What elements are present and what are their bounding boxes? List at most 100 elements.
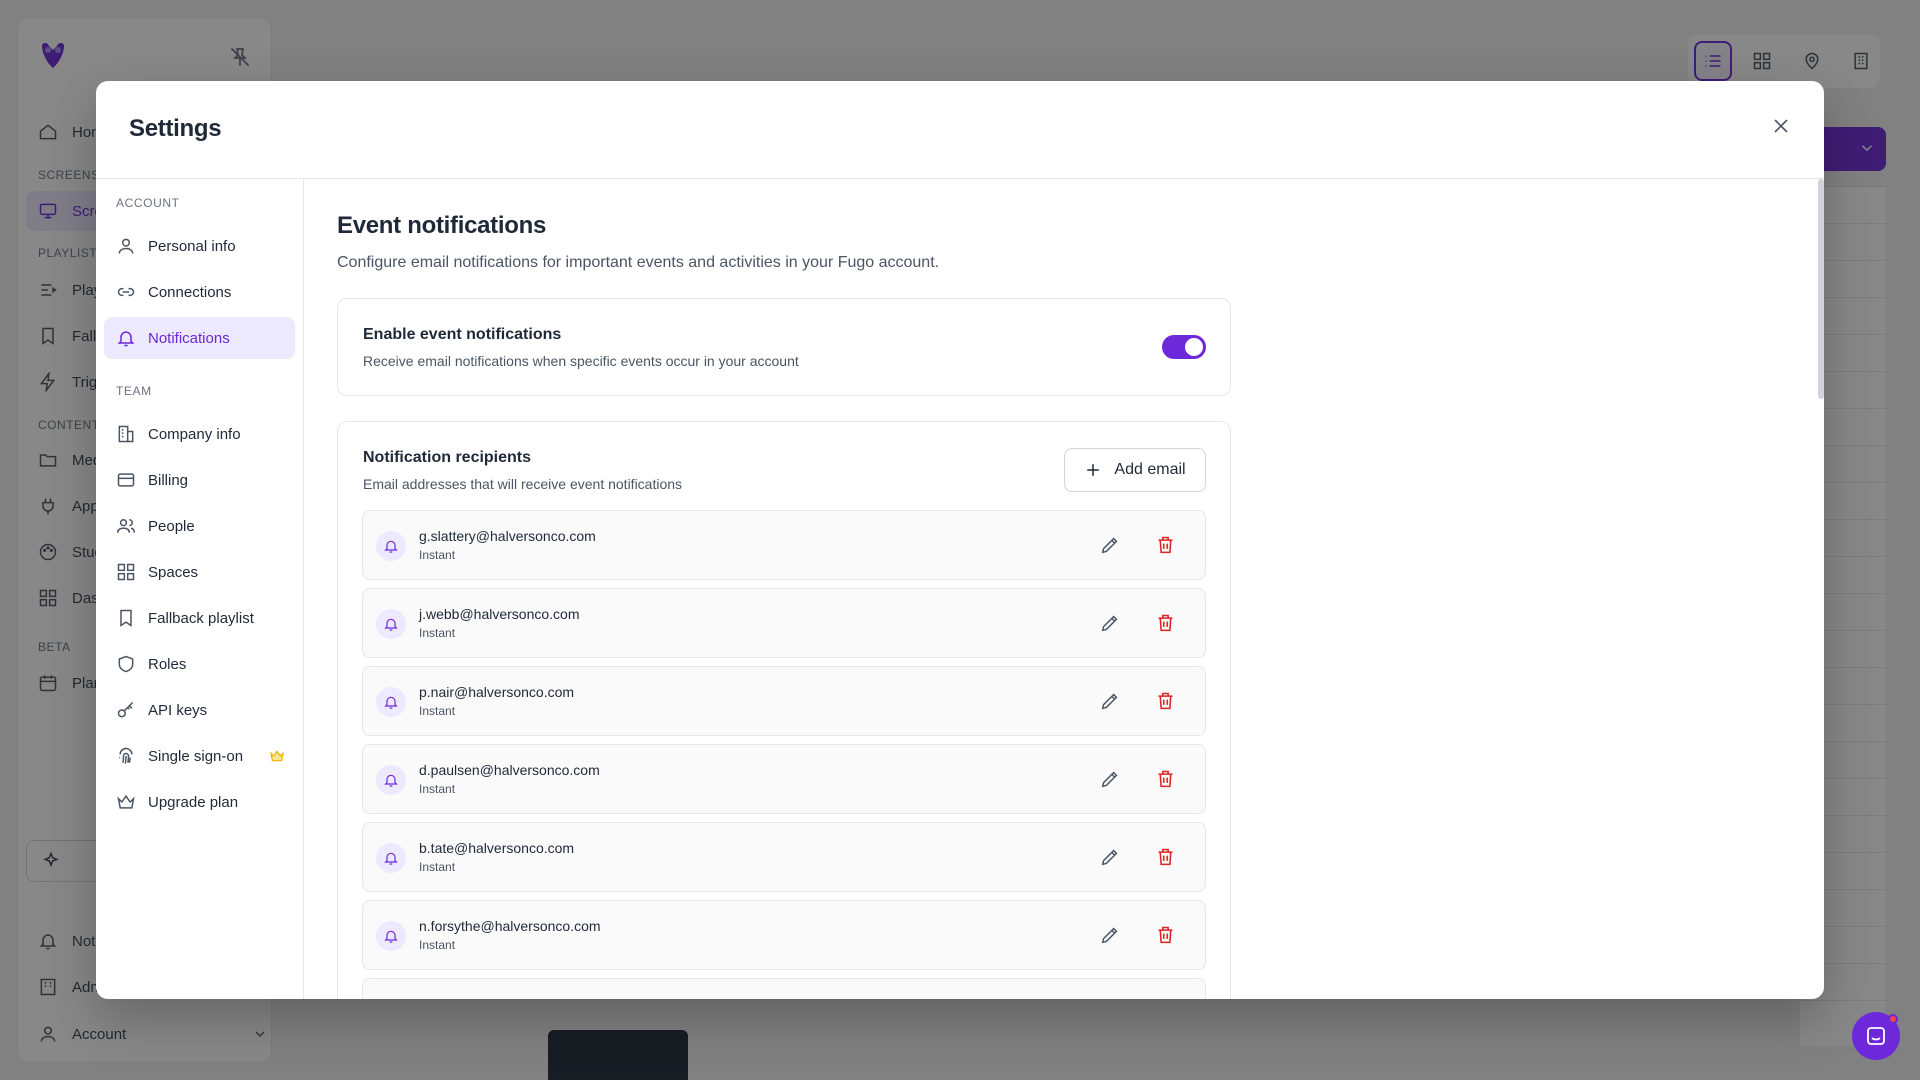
recipient-email: g.slattery@halversonco.com xyxy=(419,528,596,544)
bell-icon xyxy=(376,609,406,639)
pencil-icon xyxy=(1101,771,1118,788)
recipient-row: g.slattery@halversonco.com Instant xyxy=(362,510,1206,580)
nav-item-spaces[interactable]: Spaces xyxy=(104,551,295,593)
shield-icon xyxy=(118,655,134,673)
nav-item-connections[interactable]: Connections xyxy=(104,271,295,313)
page-description: Configure email notifications for import… xyxy=(337,254,940,271)
key-icon xyxy=(117,701,134,718)
nav-item-company-info[interactable]: Company info xyxy=(104,413,295,455)
modal-body: ACCOUNT Personal info Connections Notifi… xyxy=(96,179,1824,999)
delete-button[interactable] xyxy=(1155,534,1179,558)
recipient-row-partial xyxy=(362,978,1206,999)
enable-notifications-toggle[interactable] xyxy=(1162,335,1206,359)
modal-title: Settings xyxy=(129,115,222,142)
scrollbar[interactable] xyxy=(1818,179,1824,399)
close-button[interactable] xyxy=(1770,115,1792,137)
fingerprint-icon xyxy=(119,747,133,764)
trash-icon xyxy=(1158,536,1173,554)
crown-icon xyxy=(269,748,285,764)
edit-button[interactable] xyxy=(1099,534,1123,558)
link-icon xyxy=(117,287,135,297)
edit-button[interactable] xyxy=(1099,612,1123,636)
modal-header: Settings xyxy=(96,81,1824,179)
recipient-email: b.tate@halversonco.com xyxy=(419,840,575,856)
nav-item-people[interactable]: People xyxy=(104,505,295,547)
recipient-list: g.slattery@halversonco.com Instant j.web… xyxy=(362,510,1206,999)
pencil-icon xyxy=(1101,849,1118,866)
delete-button[interactable] xyxy=(1155,846,1179,870)
toggle-knob xyxy=(1185,338,1203,356)
recipient-frequency: Instant xyxy=(419,548,456,562)
page-title: Event notifications xyxy=(337,212,546,239)
nav-section-account: ACCOUNT xyxy=(116,196,180,210)
notification-dot xyxy=(1888,1014,1898,1024)
edit-button[interactable] xyxy=(1099,690,1123,714)
enable-notifications-card: Enable event notifications Receive email… xyxy=(337,298,1231,396)
settings-nav: ACCOUNT Personal info Connections Notifi… xyxy=(96,179,304,999)
recipient-frequency: Instant xyxy=(419,704,456,718)
edit-button[interactable] xyxy=(1099,768,1123,792)
nav-item-personal-info[interactable]: Personal info xyxy=(104,225,295,267)
trash-icon xyxy=(1158,770,1173,788)
users-icon xyxy=(116,519,136,533)
settings-content: Event notifications Configure email noti… xyxy=(304,179,1824,999)
recipients-card: Notification recipients Email addresses … xyxy=(337,421,1231,999)
nav-item-fallback-playlist[interactable]: Fallback playlist xyxy=(104,597,295,639)
edit-button[interactable] xyxy=(1099,924,1123,948)
recipient-frequency: Instant xyxy=(419,782,456,796)
delete-button[interactable] xyxy=(1155,768,1179,792)
recipient-frequency: Instant xyxy=(419,860,456,874)
nav-item-upgrade-plan[interactable]: Upgrade plan xyxy=(104,781,295,823)
pencil-icon xyxy=(1101,927,1118,944)
grid-icon xyxy=(117,563,135,581)
nav-item-notifications[interactable]: Notifications xyxy=(104,317,295,359)
bell-icon xyxy=(117,331,135,347)
edit-button[interactable] xyxy=(1099,846,1123,870)
close-icon xyxy=(1774,119,1788,133)
recipient-row: b.tate@halversonco.com Instant xyxy=(362,822,1206,892)
trash-icon xyxy=(1158,614,1173,632)
nav-item-single-sign-on[interactable]: Single sign-on xyxy=(104,735,295,777)
nav-section-team: TEAM xyxy=(116,384,152,398)
recipient-email: j.webb@halversonco.com xyxy=(419,606,580,622)
add-email-button[interactable]: Add email xyxy=(1064,448,1206,492)
recipient-row: n.forsythe@halversonco.com Instant xyxy=(362,900,1206,970)
recipient-email: n.forsythe@halversonco.com xyxy=(419,918,601,934)
nav-item-api-keys[interactable]: API keys xyxy=(104,689,295,731)
recipient-frequency: Instant xyxy=(419,938,456,952)
card-title: Notification recipients xyxy=(363,449,532,466)
trash-icon xyxy=(1158,692,1173,710)
bookmark-icon xyxy=(120,609,132,627)
delete-button[interactable] xyxy=(1155,924,1179,948)
support-chat-button[interactable] xyxy=(1852,1012,1900,1060)
card-subtitle: Email addresses that will receive event … xyxy=(363,476,683,492)
plus-icon xyxy=(1087,464,1100,476)
crown-icon xyxy=(117,794,135,809)
recipient-row: p.nair@halversonco.com Instant xyxy=(362,666,1206,736)
settings-modal: Settings ACCOUNT Personal info Connectio… xyxy=(96,81,1824,999)
delete-button[interactable] xyxy=(1155,612,1179,636)
building-icon xyxy=(118,425,134,443)
bell-icon xyxy=(376,687,406,717)
user-icon xyxy=(118,238,134,254)
nav-item-billing[interactable]: Billing xyxy=(104,459,295,501)
chat-icon xyxy=(1867,1027,1885,1045)
recipient-email: p.nair@halversonco.com xyxy=(419,684,575,700)
recipient-frequency: Instant xyxy=(419,626,456,640)
pencil-icon xyxy=(1101,537,1118,554)
bell-icon xyxy=(376,765,406,795)
card-subtitle: Receive email notifications when specifi… xyxy=(363,353,799,369)
recipient-row: d.paulsen@halversonco.com Instant xyxy=(362,744,1206,814)
recipient-row: j.webb@halversonco.com Instant xyxy=(362,588,1206,658)
credit-card-icon xyxy=(117,473,135,487)
bell-icon xyxy=(376,921,406,951)
pencil-icon xyxy=(1101,693,1118,710)
recipient-email: d.paulsen@halversonco.com xyxy=(419,762,600,778)
nav-item-roles[interactable]: Roles xyxy=(104,643,295,685)
bell-icon xyxy=(376,843,406,873)
pencil-icon xyxy=(1101,615,1118,632)
card-title: Enable event notifications xyxy=(363,326,562,343)
delete-button[interactable] xyxy=(1155,690,1179,714)
trash-icon xyxy=(1158,926,1173,944)
trash-icon xyxy=(1158,848,1173,866)
